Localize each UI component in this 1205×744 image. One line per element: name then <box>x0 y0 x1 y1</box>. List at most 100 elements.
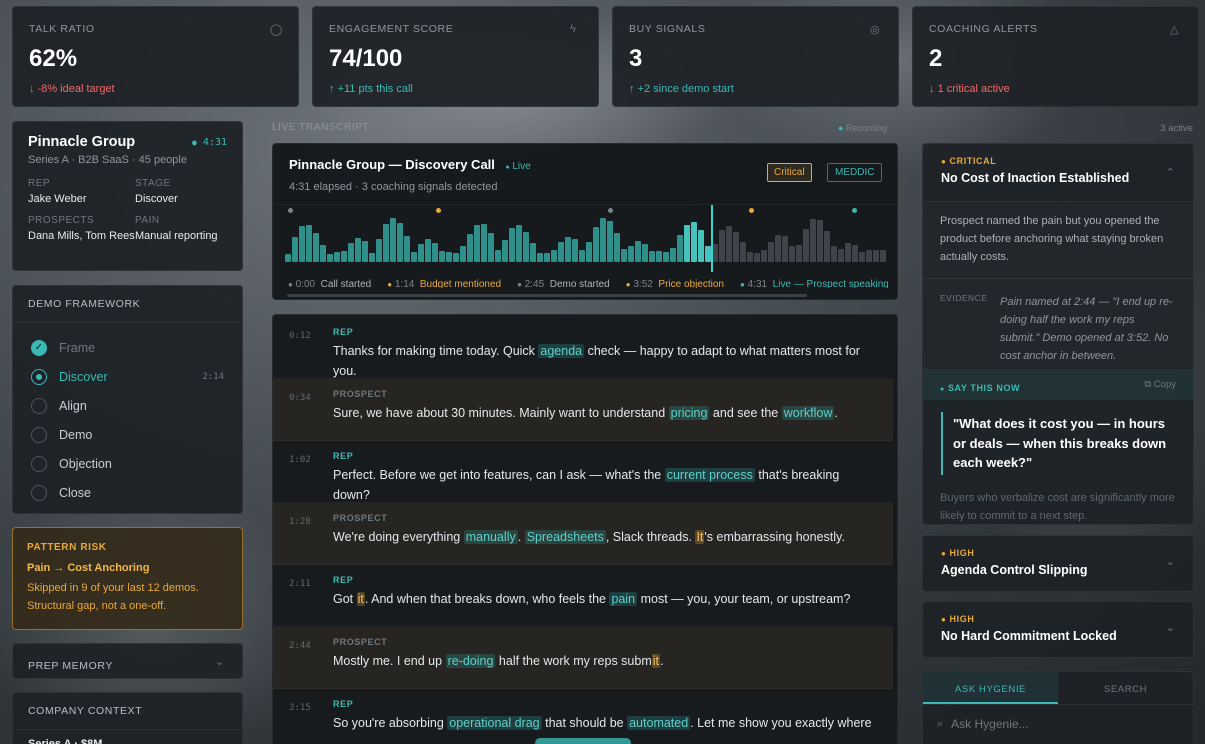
waveform-bar <box>404 236 410 262</box>
waveform-bar <box>558 242 564 262</box>
message-time: 0:12 <box>289 331 311 341</box>
waveform-bar <box>768 242 774 262</box>
step-label: Demo <box>59 427 93 442</box>
waveform-bar <box>390 218 396 262</box>
timeline-marker[interactable]: ● 1:14 Budget mentioned <box>387 279 501 288</box>
transcript-row[interactable]: 1:02 REP Perfect. Before we get into fea… <box>273 441 893 503</box>
step-label: Align <box>59 398 87 413</box>
keyword-highlight[interactable]: pricing <box>668 406 710 420</box>
waveform-bar <box>733 232 739 262</box>
framework-step[interactable]: Demo <box>31 420 224 449</box>
stat-value: 2 <box>929 45 943 72</box>
waveform-bar <box>376 239 382 262</box>
waveform-bar <box>320 245 326 262</box>
ask-panel: Ask Hygenie Search ⌕ <box>922 671 1194 744</box>
keyword-highlight[interactable]: pain <box>609 592 638 606</box>
playhead <box>711 205 713 272</box>
transcript-section-label: Live Transcript <box>272 122 370 133</box>
alert-card[interactable]: ● High Agenda Control Slipping ⌄ <box>922 535 1194 592</box>
transcript-row[interactable]: 2:44 PROSPECT Mostly me. I end up re-doi… <box>273 627 893 689</box>
stat-card: Buy Signals ◎ 3 ↑ +2 since demo start <box>612 6 899 107</box>
framework-step[interactable]: Discover 2:14 <box>31 362 224 391</box>
keyword-highlight[interactable]: agenda <box>538 344 585 358</box>
keyword-highlight[interactable]: workflow <box>781 406 835 420</box>
timeline-marker[interactable]: ● 2:45 Demo started <box>517 279 610 288</box>
check-icon: ✓ <box>31 339 47 356</box>
keyword-highlight[interactable]: current process <box>664 468 755 482</box>
transcript-row[interactable]: 1:28 PROSPECT We're doing everything man… <box>273 503 893 565</box>
stage-value: Discover <box>135 193 178 205</box>
stage-label: Stage <box>135 178 171 189</box>
tab-search[interactable]: Search <box>1058 672 1193 704</box>
waveform-bar <box>859 252 865 262</box>
timeline-marker[interactable]: ● 0:00 Call started <box>288 279 371 288</box>
pain-label: Pain <box>135 215 160 226</box>
critical-level: Critical <box>949 156 997 166</box>
step-label: Objection <box>59 456 112 471</box>
call-subtitle: 4:31 elapsed · 3 coaching signals detect… <box>289 181 498 193</box>
waveform-bar <box>789 246 795 262</box>
live-badge: ● Live <box>505 161 531 172</box>
keyword-highlight[interactable]: re-doing <box>445 654 496 668</box>
transcript-row[interactable]: 2:11 REP Got it. And when that breaks do… <box>273 565 893 627</box>
company-context-card: Company Context Series A · $8M <box>12 692 243 744</box>
waveform-bar <box>306 225 312 262</box>
message-time: 1:28 <box>289 517 311 527</box>
waveform-bar <box>439 251 445 262</box>
waveform-bar <box>572 239 578 262</box>
pattern-title: Pattern Risk <box>27 542 107 553</box>
say-label: Say This Now <box>947 383 1021 393</box>
ask-input[interactable] <box>951 717 1172 731</box>
waveform-bar <box>782 236 788 262</box>
keyword-highlight[interactable]: it <box>356 592 365 606</box>
company-context-title: Company Context <box>13 693 242 730</box>
waveform-bar <box>831 246 837 262</box>
speaker-label: PROSPECT <box>333 637 388 647</box>
stat-delta: ↓ -8% ideal target <box>29 83 115 95</box>
transcript-row[interactable]: 3:15 REP So you're absorbing operational… <box>273 689 893 744</box>
copy-button[interactable]: ⧉ Copy <box>1144 379 1176 390</box>
keyword-highlight[interactable]: automated <box>627 716 691 730</box>
alert-title: Agenda Control Slipping <box>941 563 1088 577</box>
timeline-marker[interactable]: ● 4:31 Live — Prospect speaking <box>740 279 888 288</box>
timeline-marker[interactable]: ● 3:52 Price objection <box>626 279 724 288</box>
framework-step[interactable]: Objection <box>31 449 224 478</box>
search-icon: ⌕ <box>937 717 944 730</box>
prep-memory-label: Prep Memory <box>28 660 113 672</box>
speaker-label: PROSPECT <box>333 513 388 523</box>
waveform-bar <box>495 250 501 262</box>
waveform-bar <box>397 223 403 262</box>
keyword-highlight[interactable]: operational drag <box>447 716 542 730</box>
waveform-bar <box>446 252 452 262</box>
waveform: ● 0:00 Call started ● 1:14 Budget mention… <box>273 204 897 299</box>
call-title: Pinnacle Group — Discovery Call <box>289 157 495 172</box>
waveform-bar <box>579 250 585 262</box>
waveform-bar <box>355 238 361 262</box>
alert-card[interactable]: ● High No Hard Commitment Locked ⌄ <box>922 601 1194 658</box>
prep-memory-toggle[interactable]: Prep Memory ⌄ <box>12 643 243 679</box>
framework-step[interactable]: Close <box>31 478 224 507</box>
jump-live-pill[interactable] <box>535 738 631 744</box>
step-label: Close <box>59 485 91 500</box>
message-time: 2:44 <box>289 641 311 651</box>
framework-step[interactable]: ✓ Frame <box>31 333 224 362</box>
transcript-list[interactable]: 0:12 REP Thanks for making time today. Q… <box>272 314 898 744</box>
waveform-bar <box>656 251 662 262</box>
framework-step[interactable]: Align <box>31 391 224 420</box>
waveform-bar <box>775 235 781 262</box>
say-this-now-bar: ● Say This Now ⧉ Copy <box>923 369 1193 400</box>
ask-input-row[interactable]: ⌕ <box>923 705 1193 743</box>
waveform-bar <box>348 243 354 262</box>
waveform-bar <box>593 227 599 262</box>
critical-alert-header[interactable]: ● Critical No Cost of Inaction Establish… <box>923 144 1193 201</box>
message-text: We're doing everything manually. Spreads… <box>333 530 845 544</box>
timeline-scroll[interactable] <box>287 294 807 297</box>
critical-body: Prospect named the pain but you opened t… <box>940 215 1164 263</box>
keyword-highlight[interactable]: manually <box>463 530 518 544</box>
keyword-highlight[interactable]: it <box>651 654 660 668</box>
transcript-row[interactable]: 0:34 PROSPECT Sure, we have about 30 min… <box>273 379 893 441</box>
keyword-highlight[interactable]: Spreadsheets <box>524 530 606 544</box>
tab-ask-hygenie[interactable]: Ask Hygenie <box>923 672 1058 704</box>
transcript-row[interactable]: 0:12 REP Thanks for making time today. Q… <box>273 317 893 379</box>
waveform-bar <box>866 250 872 262</box>
